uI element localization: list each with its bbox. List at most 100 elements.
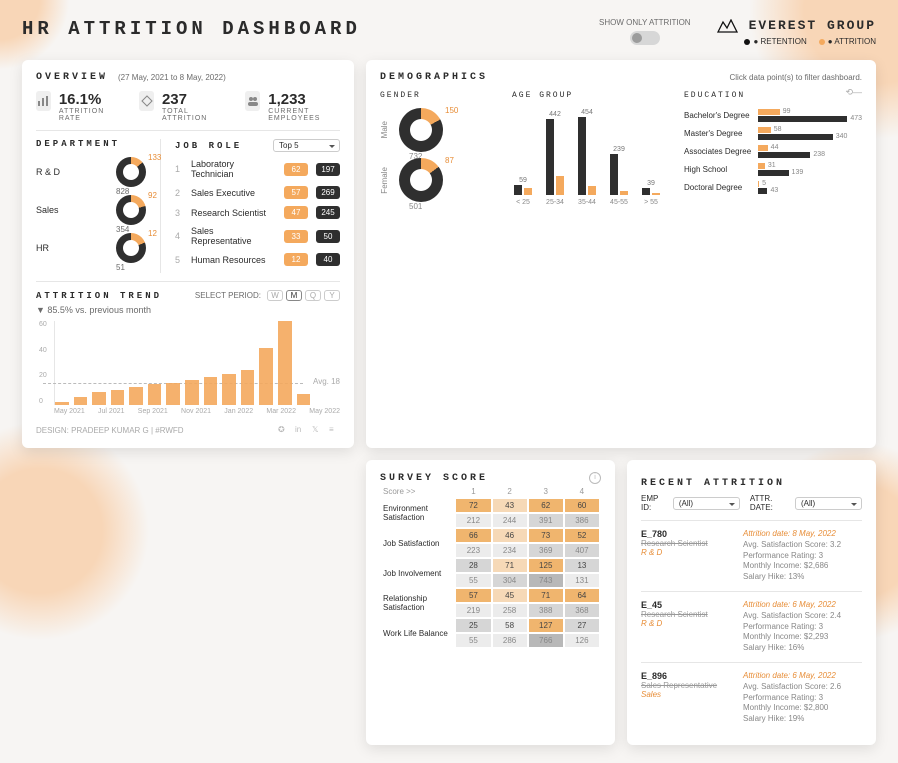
heat-cell[interactable]: 219	[456, 604, 490, 617]
age-bar[interactable]: 454 35-44	[576, 109, 598, 206]
trend-bar[interactable]	[92, 392, 106, 405]
jobrole-selector[interactable]: Top 5	[273, 139, 340, 152]
trend-delta: ▼ 85.5% vs. previous month	[36, 305, 340, 315]
heat-cell[interactable]: 388	[529, 604, 563, 617]
heat-cell[interactable]: 45	[493, 589, 527, 602]
toggle-switch[interactable]	[630, 31, 660, 45]
jobrole-row[interactable]: 3Research Scientist 47245	[175, 206, 340, 219]
trend-bar[interactable]	[166, 383, 180, 405]
heat-cell[interactable]: 71	[529, 589, 563, 602]
trend-bar[interactable]	[185, 380, 199, 405]
education-row[interactable]: Bachelor's Degree 99 473	[684, 108, 862, 122]
trend-bar[interactable]	[129, 387, 143, 405]
gender-row[interactable]: Male 150 732	[380, 108, 490, 152]
attrdate-select[interactable]: (All)	[795, 497, 862, 510]
age-bar[interactable]: 59 < 25	[512, 177, 534, 206]
heat-cell[interactable]: 258	[493, 604, 527, 617]
department-block: DEPARTMENT R & D 133 828 Sales 92 354 HR	[36, 139, 146, 273]
heat-cell[interactable]: 55	[456, 634, 490, 647]
department-item[interactable]: HR 12 51	[36, 233, 146, 263]
age-bar[interactable]: 239 45-55	[608, 146, 630, 206]
jobrole-row[interactable]: 5Human Resources 1240	[175, 253, 340, 266]
age-bar[interactable]: 39 > 55	[640, 180, 662, 206]
department-item[interactable]: R & D 133 828	[36, 157, 146, 187]
heat-cell[interactable]: 391	[529, 514, 563, 527]
trend-bar[interactable]	[222, 374, 236, 405]
twitter-icon[interactable]: 𝕏	[312, 425, 323, 436]
heat-cell[interactable]: 62	[529, 499, 563, 512]
heat-cell[interactable]: 66	[456, 529, 490, 542]
period-option[interactable]: Q	[305, 290, 321, 301]
trend-bar[interactable]	[74, 397, 88, 405]
heat-cell[interactable]: 72	[456, 499, 490, 512]
heat-cell[interactable]: 52	[565, 529, 599, 542]
heat-cell[interactable]: 368	[565, 604, 599, 617]
linkedin-icon[interactable]: in	[295, 425, 306, 436]
heat-cell[interactable]: 234	[493, 544, 527, 557]
jobrole-row[interactable]: 4Sales Representative 3350	[175, 226, 340, 246]
trend-bar[interactable]	[297, 394, 311, 405]
survey-heatmap[interactable]: Score >>1234Environment Satisfaction7243…	[380, 484, 601, 649]
period-option[interactable]: M	[286, 290, 302, 301]
badge-icon[interactable]: ✪	[278, 425, 289, 436]
gender-row[interactable]: Female 87 501	[380, 158, 490, 202]
recent-item[interactable]: E_45Research ScientistR & D Attrition da…	[641, 591, 862, 662]
heat-cell[interactable]: 58	[493, 619, 527, 632]
overview-daterange: (27 May, 2021 to 8 May, 2022)	[118, 73, 226, 82]
heat-cell[interactable]: 28	[456, 559, 490, 572]
heat-cell[interactable]: 126	[565, 634, 599, 647]
trend-chart[interactable]: 6040200 Avg. 18	[54, 321, 340, 405]
heat-cell[interactable]: 60	[565, 499, 599, 512]
jobrole-row[interactable]: 2Sales Executive 57269	[175, 186, 340, 199]
trend-bar[interactable]	[55, 402, 69, 405]
heat-cell[interactable]: 125	[529, 559, 563, 572]
heat-cell[interactable]: 43	[493, 499, 527, 512]
age-bar[interactable]: 442 25-34	[544, 111, 566, 206]
age-chart[interactable]: 59 < 25 442 25-34 454 35-44 239 45-55 39…	[512, 108, 662, 206]
heat-cell[interactable]: 25	[456, 619, 490, 632]
social-links[interactable]: ✪ in 𝕏 ≡	[278, 425, 340, 436]
heat-cell[interactable]: 71	[493, 559, 527, 572]
education-row[interactable]: Associates Degree 44 238	[684, 144, 862, 158]
heat-cell[interactable]: 64	[565, 589, 599, 602]
heat-cell[interactable]: 13	[565, 559, 599, 572]
trend-bar[interactable]	[148, 384, 162, 405]
department-item[interactable]: Sales 92 354	[36, 195, 146, 225]
data-icon[interactable]: ≡	[329, 425, 340, 436]
heat-cell[interactable]: 286	[493, 634, 527, 647]
period-switch[interactable]: WMQY	[267, 290, 340, 301]
period-option[interactable]: Y	[324, 290, 340, 301]
heat-cell[interactable]: 27	[565, 619, 599, 632]
show-only-attrition-toggle[interactable]: SHOW ONLY ATTRITION	[599, 18, 691, 45]
brand-name: EVEREST GROUP	[749, 18, 876, 33]
overview-title: OVERVIEW	[36, 72, 108, 83]
heat-cell[interactable]: 223	[456, 544, 490, 557]
trend-bar[interactable]	[111, 390, 125, 405]
jobrole-row[interactable]: 1Laboratory Technician 62197	[175, 159, 340, 179]
trend-bar[interactable]	[241, 370, 255, 405]
info-icon[interactable]: i	[589, 472, 601, 484]
heat-cell[interactable]: 57	[456, 589, 490, 602]
heat-cell[interactable]: 369	[529, 544, 563, 557]
education-row[interactable]: Doctoral Degree 5 43	[684, 180, 862, 194]
heat-cell[interactable]: 766	[529, 634, 563, 647]
recent-item[interactable]: E_780Research ScientistR & D Attrition d…	[641, 520, 862, 591]
recent-item[interactable]: E_896Sales RepresentativeSales Attrition…	[641, 662, 862, 733]
trend-avg: Avg. 18	[313, 377, 340, 386]
heat-cell[interactable]: 386	[565, 514, 599, 527]
design-credit: DESIGN: PRADEEP KUMAR G | #RWFD	[36, 426, 184, 435]
empid-select[interactable]: (All)	[673, 497, 740, 510]
trend-bar[interactable]	[278, 321, 292, 405]
heat-cell[interactable]: 46	[493, 529, 527, 542]
education-row[interactable]: High School 31 139	[684, 162, 862, 176]
heat-cell[interactable]: 127	[529, 619, 563, 632]
trend-bar[interactable]	[204, 377, 218, 405]
sort-icon[interactable]: ⟲—	[845, 87, 862, 98]
education-row[interactable]: Master's Degree 58 340	[684, 126, 862, 140]
heat-cell[interactable]: 407	[565, 544, 599, 557]
heat-cell[interactable]: 73	[529, 529, 563, 542]
period-option[interactable]: W	[267, 290, 283, 301]
heat-cell[interactable]: 244	[493, 514, 527, 527]
heat-cell[interactable]: 212	[456, 514, 490, 527]
trend-bar[interactable]	[259, 348, 273, 405]
